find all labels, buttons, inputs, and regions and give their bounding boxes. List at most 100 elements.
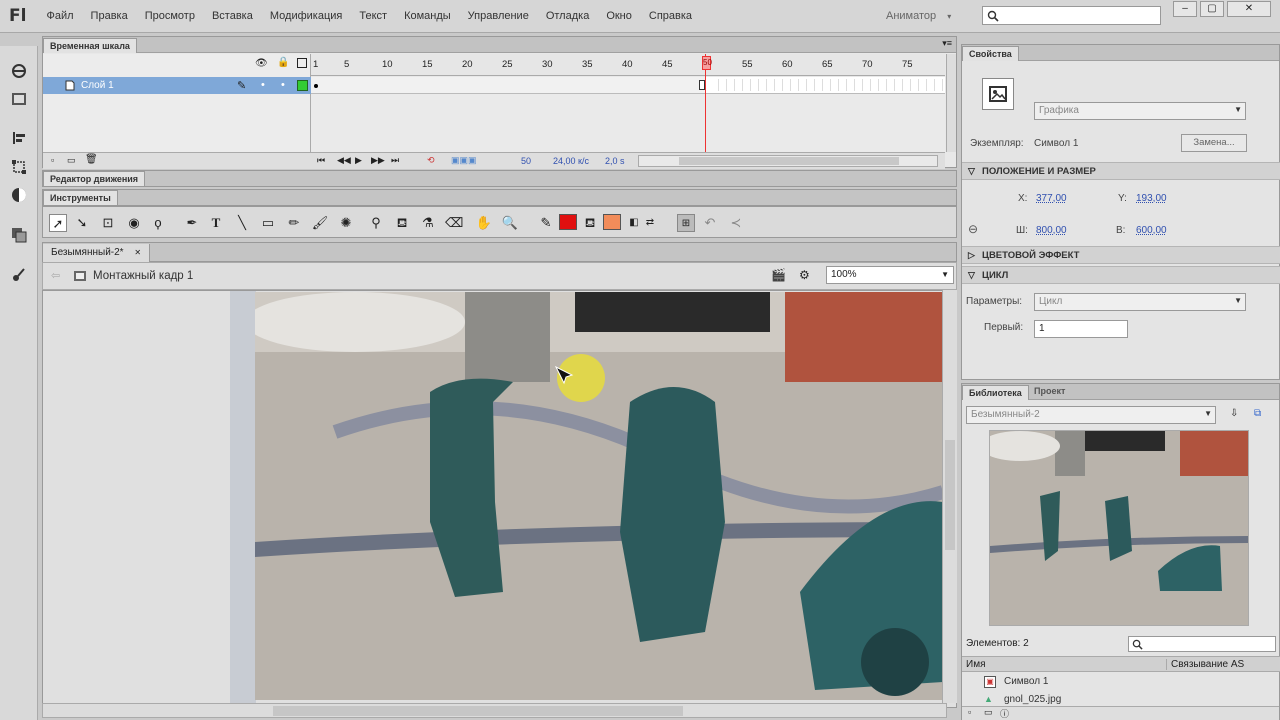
edit-symbol-icon[interactable]: ⚙ xyxy=(799,268,810,282)
eye-icon[interactable]: 👁 xyxy=(255,58,268,69)
menu-item-text[interactable]: Текст xyxy=(351,10,396,22)
playhead-handle[interactable]: 50 xyxy=(702,56,712,70)
pin-icon[interactable]: ⇩ xyxy=(1230,408,1238,419)
column-linkage[interactable]: Связывание AS xyxy=(1166,659,1244,670)
tab-document[interactable]: Безымянный-2* ✕ xyxy=(43,244,151,262)
timeline-hscroll[interactable] xyxy=(638,155,938,167)
align-icon[interactable] xyxy=(10,129,28,147)
frame-track[interactable] xyxy=(311,77,945,94)
deco-tool-icon[interactable]: ✺ xyxy=(337,214,355,232)
tab-timeline[interactable]: Временная шкала xyxy=(43,38,137,53)
fill-color-swatch[interactable] xyxy=(603,214,621,230)
motion-presets-icon[interactable] xyxy=(10,62,28,80)
swatches-icon[interactable] xyxy=(10,226,28,244)
color-effect-section[interactable]: ▷ ЦВЕТОВОЙ ЭФФЕКТ xyxy=(962,246,1280,264)
trash-icon[interactable]: 🗑 xyxy=(85,154,98,165)
menu-item-commands[interactable]: Команды xyxy=(396,10,460,22)
scroll-thumb[interactable] xyxy=(273,706,683,716)
menu-item-view[interactable]: Просмотр xyxy=(136,10,203,22)
frame-ruler[interactable]: 1 5 10 15 20 25 30 35 40 45 55 60 65 70 … xyxy=(311,54,945,76)
stage-area[interactable] xyxy=(42,290,957,708)
tab-motion-editor[interactable]: Редактор движения xyxy=(43,171,146,186)
hand-tool-icon[interactable]: ✋ xyxy=(475,214,493,232)
stroke-color-swatch[interactable] xyxy=(559,214,577,230)
menu-item-insert[interactable]: Вставка xyxy=(203,10,261,22)
scene-name[interactable]: Монтажный кадр 1 xyxy=(93,270,193,282)
zoom-tool-icon[interactable]: 🔍 xyxy=(501,214,519,232)
list-item[interactable]: ▲ gnol_025.jpg xyxy=(962,692,1280,706)
tab-tools[interactable]: Инструменты xyxy=(43,190,118,205)
loop-options-select[interactable]: Цикл ▼ xyxy=(1034,293,1246,311)
lasso-tool-icon[interactable]: ϙ xyxy=(149,214,167,232)
fps-readout[interactable]: 24,00 к/с xyxy=(553,156,589,166)
layer-row[interactable]: Слой 1 ✎ • • xyxy=(43,77,311,94)
library-search-input[interactable] xyxy=(1128,636,1276,652)
menu-item-debug[interactable]: Отладка xyxy=(537,10,597,22)
paint-bucket-tool-icon[interactable]: ⛾ xyxy=(393,214,411,232)
rectangle-tool-icon[interactable]: ▭ xyxy=(259,214,277,232)
movie-explorer-icon[interactable] xyxy=(10,90,28,108)
subselection-tool-icon[interactable]: ➘ xyxy=(73,214,91,232)
restore-button[interactable]: ▢ xyxy=(1200,1,1224,17)
symbol-behavior-select[interactable]: Графика ▼ xyxy=(1034,102,1246,120)
elapsed-time-readout[interactable]: 2,0 s xyxy=(605,156,625,166)
new-symbol-icon[interactable]: ▫ xyxy=(968,707,971,717)
close-button[interactable]: ✕ xyxy=(1227,1,1271,17)
swap-colors-icon[interactable]: ⇄ xyxy=(641,214,659,232)
menu-item-window[interactable]: Окно xyxy=(598,10,641,22)
height-value[interactable]: 600,00 xyxy=(1136,225,1167,236)
fast-forward-icon[interactable]: ⏭ xyxy=(391,155,399,166)
column-name[interactable]: Имя xyxy=(966,659,985,670)
step-back-icon[interactable]: ◀◀ xyxy=(337,155,351,166)
color-icon[interactable] xyxy=(10,186,28,204)
onion-skin-icon[interactable]: ▣▣▣ xyxy=(451,155,477,166)
selection-tool-icon[interactable]: ➚ xyxy=(49,214,67,232)
tab-project[interactable]: Проект xyxy=(1034,386,1065,396)
lock-icon[interactable]: 🔒 xyxy=(277,57,289,68)
new-library-icon[interactable]: ⧉ xyxy=(1254,408,1261,419)
library-document-select[interactable]: Безымянный-2 ▼ xyxy=(966,406,1216,424)
panel-menu-icon[interactable]: ▾≡ xyxy=(942,38,952,49)
menu-item-help[interactable]: Справка xyxy=(640,10,700,22)
straighten-icon[interactable]: ≺ xyxy=(727,214,745,232)
x-value[interactable]: 377,00 xyxy=(1036,193,1067,204)
menu-item-edit[interactable]: Правка xyxy=(82,10,136,22)
eraser-tool-icon[interactable]: ⌫ xyxy=(445,214,463,232)
menu-item-file[interactable]: Файл xyxy=(38,10,82,22)
swap-button[interactable]: Замена... xyxy=(1181,134,1247,152)
layer-name[interactable]: Слой 1 xyxy=(81,80,114,91)
new-folder-icon[interactable]: ▭ xyxy=(984,707,993,718)
width-value[interactable]: 800,00 xyxy=(1036,225,1067,236)
new-layer-icon[interactable]: ▫ xyxy=(51,155,54,165)
stage-vscroll[interactable] xyxy=(942,290,957,703)
workspace-switcher[interactable]: Аниматор ▾ xyxy=(886,10,951,22)
scroll-thumb[interactable] xyxy=(945,440,955,550)
minimize-button[interactable]: – xyxy=(1173,1,1197,17)
tab-properties[interactable]: Свойства xyxy=(962,46,1019,61)
bone-tool-icon[interactable]: ⚲ xyxy=(367,214,385,232)
properties-icon[interactable]: ⓘ xyxy=(1000,707,1009,720)
layer-color-swatch[interactable] xyxy=(297,80,308,91)
rewind-icon[interactable]: ⏮ xyxy=(317,155,325,166)
help-search-input[interactable] xyxy=(982,6,1161,25)
list-item[interactable]: ▣ Символ 1 xyxy=(962,674,1280,692)
transform-icon[interactable] xyxy=(10,158,28,176)
smooth-icon[interactable]: ↶ xyxy=(701,214,719,232)
stage-photo[interactable] xyxy=(255,292,943,700)
tab-library[interactable]: Библиотека xyxy=(962,385,1029,400)
free-transform-tool-icon[interactable]: ⊡ xyxy=(99,214,117,232)
loop-section[interactable]: ▽ ЦИКЛ xyxy=(962,266,1280,284)
scroll-thumb[interactable] xyxy=(679,157,899,165)
close-icon[interactable]: ✕ xyxy=(134,248,141,257)
position-size-section[interactable]: ▽ ПОЛОЖЕНИЕ И РАЗМЕР xyxy=(962,162,1280,180)
timeline-vscroll[interactable] xyxy=(946,54,956,152)
snap-to-objects-icon[interactable]: ⊞ xyxy=(677,214,695,232)
menu-item-modify[interactable]: Модификация xyxy=(261,10,351,22)
link-icon[interactable]: ⊖ xyxy=(968,222,978,236)
lock-dot[interactable]: • xyxy=(281,79,285,91)
back-arrow-icon[interactable]: ⇦ xyxy=(51,269,60,282)
visibility-dot[interactable]: • xyxy=(261,79,265,91)
current-frame-readout[interactable]: 50 xyxy=(521,156,531,166)
new-folder-icon[interactable]: ▭ xyxy=(67,155,76,166)
pen-tool-icon[interactable]: ✒ xyxy=(183,214,201,232)
